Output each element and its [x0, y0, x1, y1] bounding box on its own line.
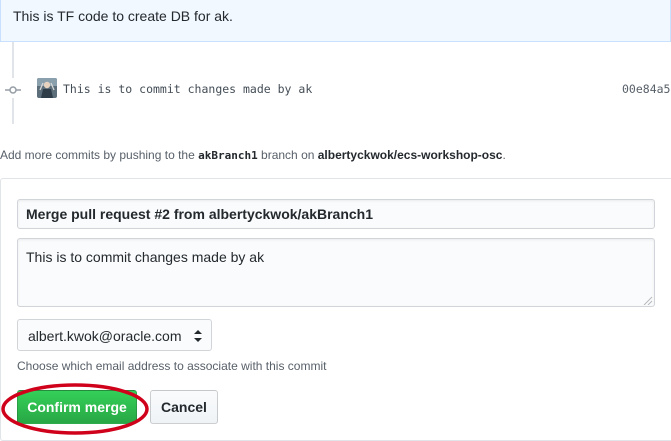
commit-message-link[interactable]: This is to commit changes made by ak	[63, 81, 312, 97]
commit-sha-link[interactable]: 00e84a5	[622, 81, 670, 97]
email-hint: Choose which email address to associate …	[17, 359, 327, 373]
merge-body-textarea[interactable]: This is to commit changes made by ak	[17, 238, 655, 307]
commit-email-value: albert.kwok@oracle.com	[28, 328, 182, 344]
cancel-button[interactable]: Cancel	[150, 390, 218, 424]
resize-handle-icon[interactable]	[643, 296, 653, 305]
select-caret-icon	[194, 330, 202, 342]
push-hint-suffix: .	[502, 148, 506, 162]
repo-name: albertyckwok/ecs-workshop-osc	[317, 148, 503, 162]
user-avatar[interactable]	[37, 78, 57, 98]
confirm-merge-button[interactable]: Confirm merge	[17, 390, 137, 424]
commit-description-text: This is TF code to create DB for ak.	[13, 8, 233, 24]
merge-pull-request-view: This is TF code to create DB for ak. Thi…	[0, 0, 671, 441]
merge-title-input[interactable]	[17, 199, 655, 229]
push-hint-middle: branch on	[257, 148, 318, 162]
timeline-line	[12, 98, 14, 124]
commit-description-box: This is TF code to create DB for ak.	[0, 0, 671, 42]
commit-email-select[interactable]: albert.kwok@oracle.com	[17, 319, 212, 351]
push-hint-prefix: Add more commits by pushing to the	[0, 148, 199, 162]
push-hint: Add more commits by pushing to the akBra…	[0, 146, 506, 165]
timeline-line	[12, 42, 14, 78]
git-commit-icon	[5, 86, 21, 94]
branch-name: akBranch1	[198, 149, 258, 162]
